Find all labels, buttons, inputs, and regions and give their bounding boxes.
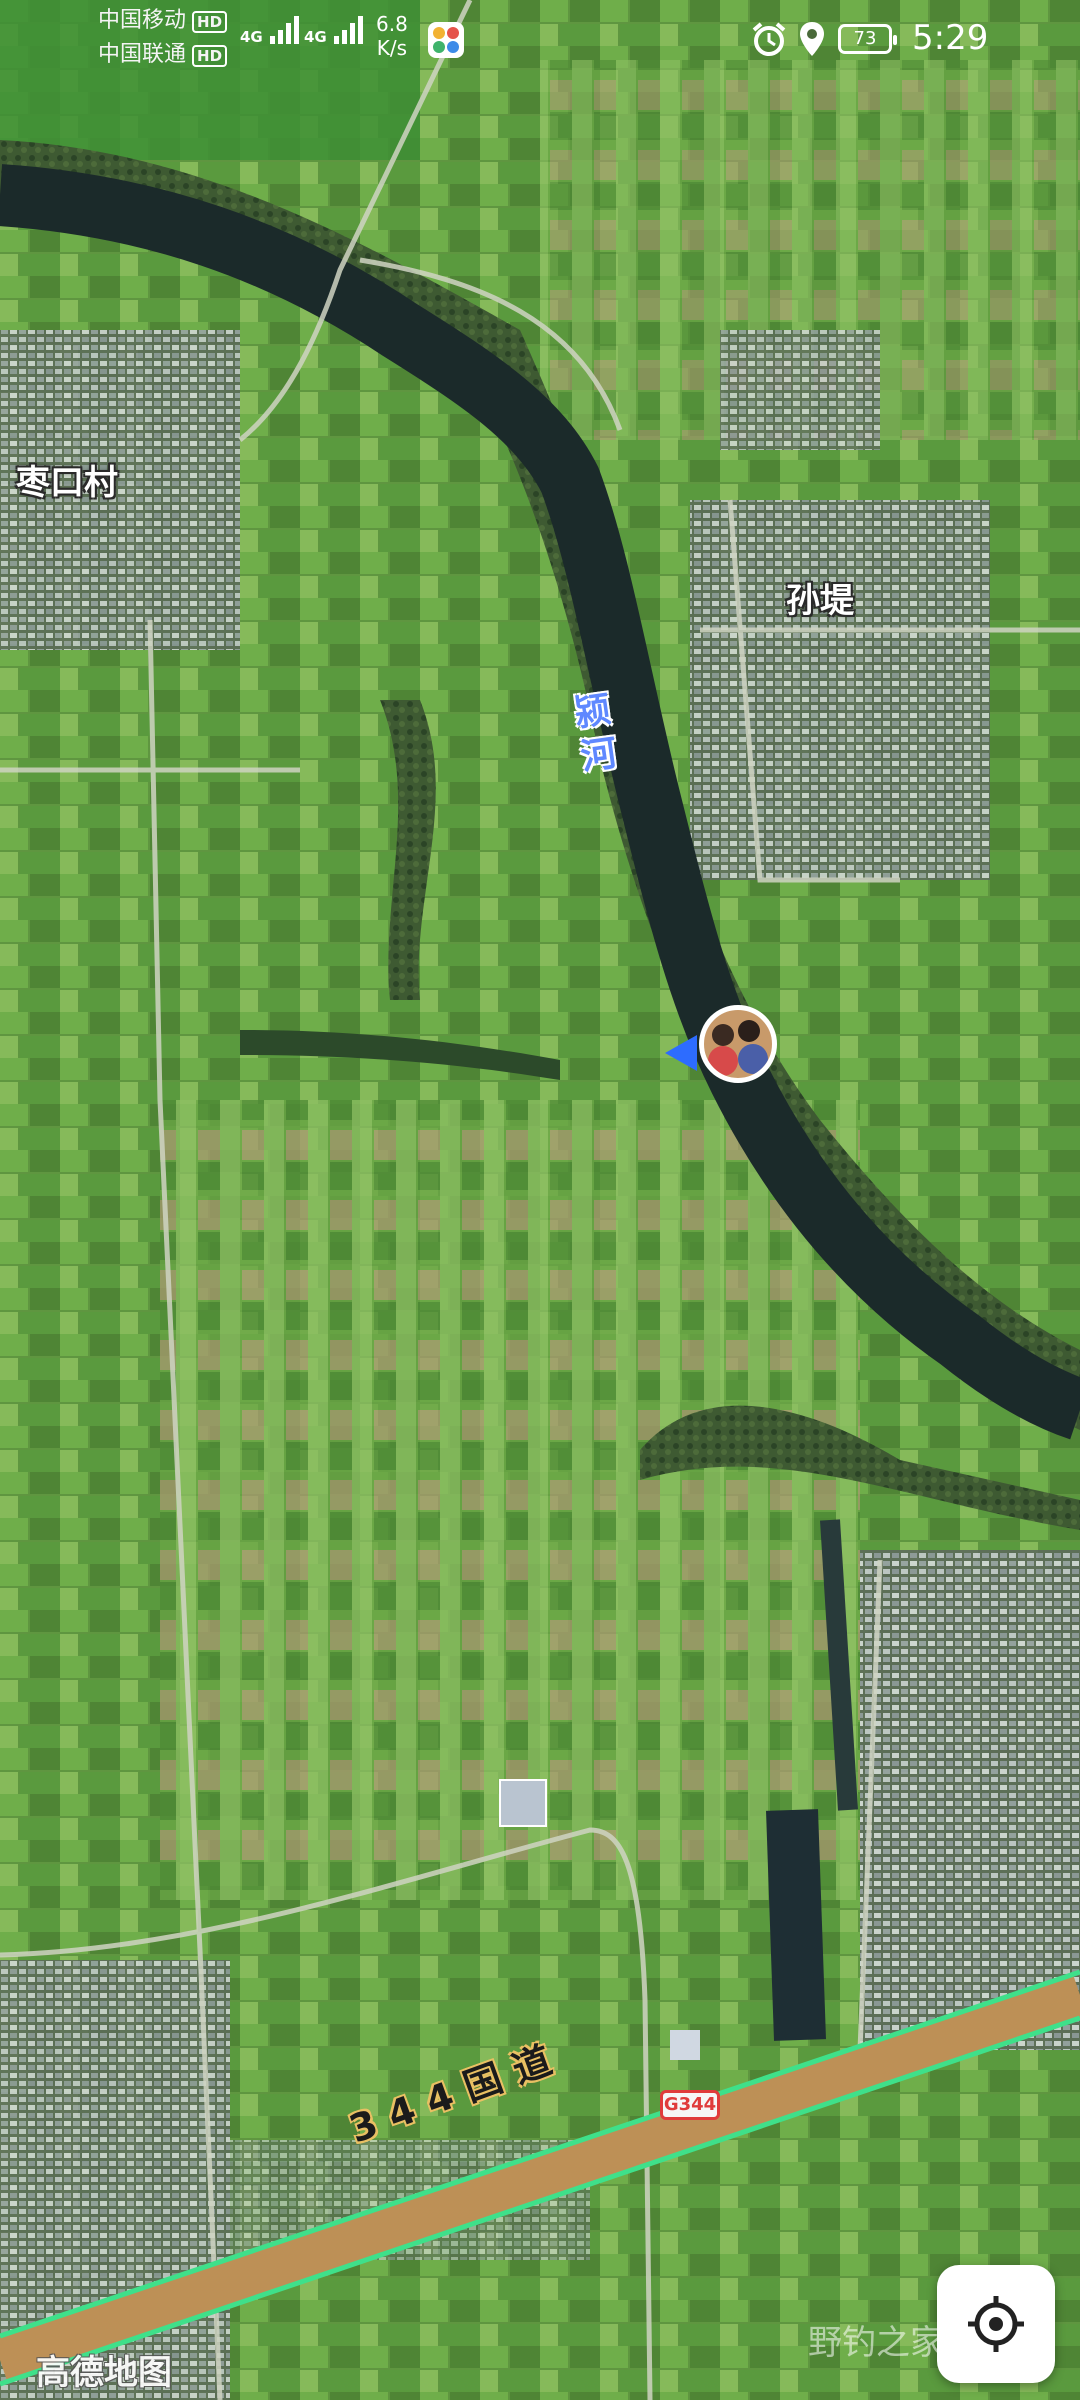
- clock: 5:29: [912, 18, 989, 58]
- network-2: 4G: [304, 12, 368, 46]
- heading-arrow-icon: [665, 1035, 697, 1071]
- signal-icon: [333, 16, 363, 44]
- location-pin-icon: [800, 22, 824, 56]
- hd-badge: HD: [192, 45, 228, 67]
- locate-button[interactable]: [937, 2265, 1055, 2383]
- hd-badge: HD: [192, 11, 228, 33]
- network-1: 4G: [240, 12, 304, 46]
- amap-logo: 高德地图: [36, 2353, 172, 2393]
- place-label-zaokou-village[interactable]: 枣口村: [16, 455, 118, 504]
- carrier-1: 中国移动 HD: [98, 8, 228, 34]
- road-shield-g344[interactable]: G344: [660, 2090, 720, 2120]
- crosshair-icon: [968, 2296, 1024, 2352]
- user-avatar[interactable]: [699, 1005, 777, 1083]
- carrier-2: 中国联通 HD: [98, 42, 228, 68]
- place-label-sundi[interactable]: 孙堤: [786, 573, 854, 622]
- alarm-icon: [752, 22, 786, 56]
- watermark: 野钓之家: [808, 2323, 944, 2363]
- battery-indicator: 73: [838, 24, 897, 54]
- app-notification-icon: [428, 22, 464, 58]
- signal-icon: [269, 16, 299, 44]
- status-bar: 中国移动 HD 中国联通 HD 4G 4G 6.8 K/s 73 5:29: [0, 0, 1080, 80]
- network-speed: 6.8 K/s: [376, 12, 408, 60]
- current-location-marker[interactable]: [665, 1005, 780, 1095]
